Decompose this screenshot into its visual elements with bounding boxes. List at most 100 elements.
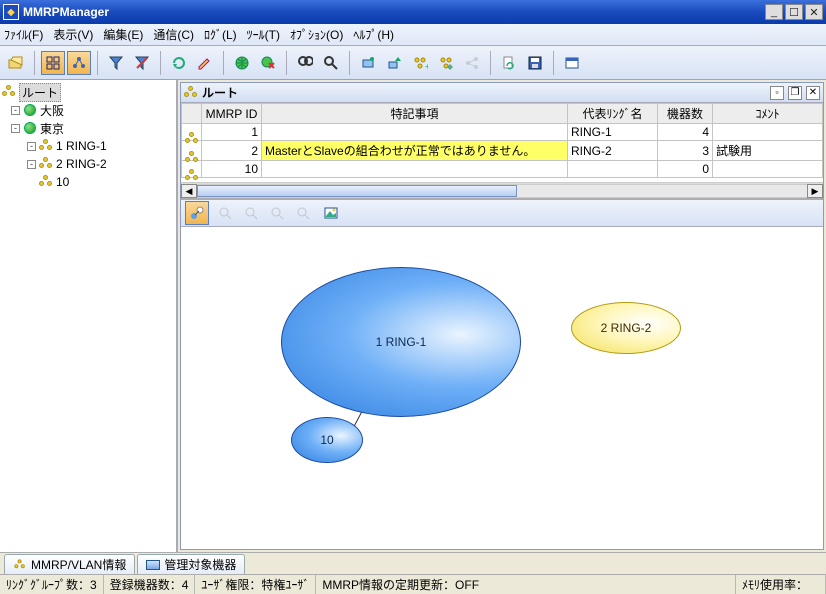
cell-note (262, 124, 568, 141)
node-label: 10 (320, 433, 333, 447)
scroll-left-button[interactable]: ◀ (181, 184, 197, 198)
device-icon (146, 560, 160, 570)
menu-edit[interactable]: 編集(E) (103, 26, 143, 43)
th-comment[interactable]: ｺﾒﾝﾄ (713, 104, 823, 124)
topology-canvas[interactable]: 1 RING-1 10 2 RING-2 (181, 227, 823, 549)
expander-icon[interactable]: - (27, 160, 36, 169)
globe-icon (23, 103, 37, 117)
tree-node-tokyo[interactable]: - 東京 (2, 119, 174, 137)
subwindow-icon (184, 86, 198, 100)
menu-view[interactable]: 表示(V) (53, 26, 93, 43)
node-10[interactable]: 10 (291, 417, 363, 463)
main-toolbar: + (0, 46, 826, 80)
main-area: ルート - 大阪 - 東京 - 1 RING-1 - 2 RING-2 (0, 80, 826, 552)
tree-node-10[interactable]: 10 (2, 173, 174, 191)
menu-comm[interactable]: 通信(C) (153, 26, 194, 43)
th-icon[interactable] (182, 104, 202, 124)
canvas-zoom1-button (213, 201, 237, 225)
th-mmrpid[interactable]: MMRP ID (202, 104, 262, 124)
canvas-image-button[interactable] (319, 201, 343, 225)
topology-view-button[interactable] (67, 51, 91, 75)
h-scrollbar[interactable]: ◀ ▶ (181, 183, 823, 199)
globe-delete-button[interactable] (256, 51, 280, 75)
maximize-button[interactable]: ☐ (785, 4, 803, 20)
menu-tool[interactable]: ﾂｰﾙ(T) (247, 26, 280, 43)
status-reg-devices: 登録機器数：4 (104, 575, 196, 594)
node-label: 1 RING-1 (376, 335, 427, 349)
tree-node-ring2[interactable]: - 2 RING-2 (2, 155, 174, 173)
edit-button[interactable] (193, 51, 217, 75)
cell-ring: RING-1 (568, 124, 658, 141)
open-button[interactable] (4, 51, 28, 75)
save-button[interactable] (523, 51, 547, 75)
scroll-thumb[interactable] (197, 185, 517, 197)
canvas-zoom3-button (265, 201, 289, 225)
filter-blue-button[interactable] (104, 51, 128, 75)
status-ring-groups: ﾘﾝｸﾞｸﾞﾙｰﾌﾟ数：3 (0, 575, 104, 594)
subwindow-titlebar: ルート ▫ ❐ ✕ (181, 83, 823, 103)
subwindow-title: ルート (202, 84, 766, 101)
cell-ring: RING-2 (568, 141, 658, 161)
menu-help[interactable]: ﾍﾙﾌﾟ(H) (353, 26, 394, 43)
menu-log[interactable]: ﾛｸﾞ(L) (204, 26, 237, 43)
ring-icon (39, 175, 53, 189)
find-button[interactable] (293, 51, 317, 75)
th-ringname[interactable]: 代表ﾘﾝｸﾞ名 (568, 104, 658, 124)
table-row[interactable]: 10 0 (182, 161, 823, 178)
th-devcount[interactable]: 機器数 (658, 104, 713, 124)
subwindow: ルート ▫ ❐ ✕ MMRP ID 特記事項 代表ﾘﾝｸﾞ (180, 82, 824, 550)
cell-comment: 試験用 (713, 141, 823, 161)
expander-icon[interactable]: - (27, 142, 36, 151)
expander-icon[interactable]: - (11, 106, 20, 115)
globe-button[interactable] (230, 51, 254, 75)
node-ring2[interactable]: 2 RING-2 (571, 302, 681, 354)
tree-node-ring1[interactable]: - 1 RING-1 (2, 137, 174, 155)
scroll-right-button[interactable]: ▶ (807, 184, 823, 198)
device-button[interactable] (356, 51, 380, 75)
row-icon (182, 141, 202, 161)
tree-root[interactable]: ルート (2, 83, 174, 101)
tree-node-osaka[interactable]: - 大阪 (2, 101, 174, 119)
cell-count: 3 (658, 141, 713, 161)
tab-mmrp-vlan[interactable]: MMRP/VLAN情報 (4, 554, 135, 574)
sheet-refresh-button[interactable] (497, 51, 521, 75)
status-refresh: MMRP情報の定期更新：OFF (316, 575, 736, 594)
cell-id: 10 (202, 161, 262, 178)
sub-min-button[interactable]: ▫ (770, 86, 784, 100)
scroll-track[interactable] (197, 184, 807, 198)
ring-icon (39, 139, 53, 153)
cell-id: 1 (202, 124, 262, 141)
menu-option[interactable]: ｵﾌﾟｼｮﾝ(O) (290, 26, 343, 43)
tree-pane[interactable]: ルート - 大阪 - 東京 - 1 RING-1 - 2 RING-2 (0, 80, 178, 552)
cell-id: 2 (202, 141, 262, 161)
ring-table[interactable]: MMRP ID 特記事項 代表ﾘﾝｸﾞ名 機器数 ｺﾒﾝﾄ 1 RING-1 (181, 103, 823, 178)
ring-config-button[interactable] (434, 51, 458, 75)
right-pane: ルート ▫ ❐ ✕ MMRP ID 特記事項 代表ﾘﾝｸﾞ (178, 80, 826, 552)
expander-icon[interactable]: - (11, 124, 20, 133)
th-note[interactable]: 特記事項 (262, 104, 568, 124)
table-row[interactable]: 1 RING-1 4 (182, 124, 823, 141)
cell-comment (713, 161, 823, 178)
table-row[interactable]: 2 MasterとSlaveの組合わせが正常ではありません。 RING-2 3 … (182, 141, 823, 161)
grid-view-button[interactable] (41, 51, 65, 75)
sub-max-button[interactable]: ❐ (788, 86, 802, 100)
sub-close-button[interactable]: ✕ (806, 86, 820, 100)
canvas-link-button[interactable] (185, 201, 209, 225)
svg-text:+: + (425, 62, 428, 71)
ring-add-button[interactable]: + (408, 51, 432, 75)
zoom-button[interactable] (319, 51, 343, 75)
node-ring1[interactable]: 1 RING-1 (281, 267, 521, 417)
tab-managed-devices[interactable]: 管理対象機器 (137, 554, 245, 574)
close-button[interactable]: ✕ (805, 4, 823, 20)
device-up-button[interactable] (382, 51, 406, 75)
tree-label: 1 RING-1 (56, 139, 107, 153)
tree-label: 大阪 (40, 102, 64, 119)
menu-file[interactable]: ﾌｧｲﾙ(F) (4, 26, 43, 43)
window-button[interactable] (560, 51, 584, 75)
filter-clear-button[interactable] (130, 51, 154, 75)
refresh-button[interactable] (167, 51, 191, 75)
status-bar: ﾘﾝｸﾞｸﾞﾙｰﾌﾟ数：3 登録機器数：4 ﾕｰｻﾞ権限：特権ﾕｰｻﾞ MMRP… (0, 574, 826, 594)
bottom-tabs: MMRP/VLAN情報 管理対象機器 (0, 552, 826, 574)
minimize-button[interactable]: _ (765, 4, 783, 20)
tree-root-label: ルート (19, 83, 61, 102)
